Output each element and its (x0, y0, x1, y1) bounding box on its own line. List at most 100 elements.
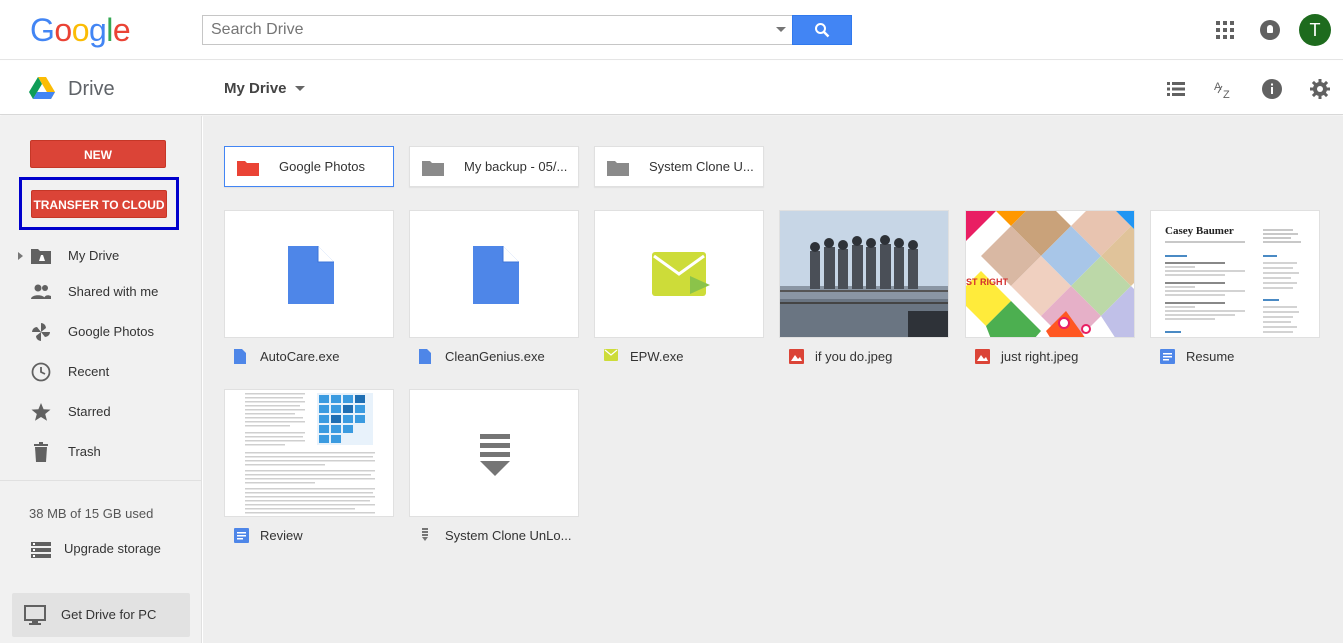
logo-letter-g: G (30, 12, 55, 48)
gdoc-type-icon (1160, 349, 1175, 364)
new-button[interactable]: NEW (30, 140, 166, 168)
svg-text:Z: Z (1223, 89, 1230, 100)
collage-thumbnail-graphic: ST RIGHT (966, 211, 1134, 337)
document-thumbnail[interactable] (224, 389, 394, 517)
my-drive-icon (31, 249, 51, 264)
search-button[interactable] (792, 15, 852, 45)
document-thumbnail[interactable]: Casey Baumer (1150, 210, 1320, 338)
google-logo[interactable]: Google (30, 12, 131, 49)
file-thumbnail[interactable] (409, 389, 579, 517)
monitor-icon (24, 605, 46, 625)
file-name-row: AutoCare.exe (224, 348, 404, 366)
search-box (202, 15, 792, 45)
folder-icon (607, 161, 629, 176)
svg-text:A: A (1214, 81, 1222, 93)
upgrade-storage-label: Upgrade storage (64, 541, 161, 556)
logo-letter-o2: o (71, 12, 90, 48)
file-name: Review (260, 528, 303, 543)
location-dropdown[interactable]: My Drive (224, 80, 287, 97)
folder-tile[interactable]: My backup - 05/... (409, 146, 579, 187)
folder-name: My backup - 05/... (464, 159, 568, 174)
storage-usage-text: 38 MB of 15 GB used (29, 506, 154, 521)
file-name: AutoCare.exe (260, 349, 340, 364)
photo-thumbnail-graphic (780, 211, 948, 337)
top-bar: Google T (0, 0, 1343, 60)
file-name-row: just right.jpeg (965, 348, 1145, 366)
settings-gear-icon[interactable] (1309, 78, 1331, 100)
sidebar-item-shared[interactable]: Shared with me (0, 274, 202, 310)
shared-icon (31, 284, 51, 299)
chevron-down-icon[interactable] (295, 86, 305, 91)
folder-name: System Clone U... (649, 159, 754, 174)
file-name: Resume (1186, 349, 1235, 364)
apps-grid-icon[interactable] (1216, 21, 1234, 39)
sort-az-icon[interactable]: A Z (1213, 78, 1235, 100)
avatar[interactable]: T (1299, 14, 1331, 46)
get-drive-for-pc-button[interactable]: Get Drive for PC (12, 593, 190, 637)
folder-name: Google Photos (279, 159, 366, 174)
sidebar-item-starred[interactable]: Starred (0, 394, 202, 430)
epw-type-icon (604, 349, 618, 361)
file-name-row: CleanGenius.exe (409, 348, 589, 366)
logo-letter-l: l (106, 12, 113, 48)
gdoc-type-icon (234, 528, 249, 543)
trash-icon (34, 442, 48, 462)
sidebar-item-label: Starred (68, 404, 111, 419)
sidebar: NEW TRANSFER TO CLOUD My Drive Shared wi… (0, 116, 202, 643)
folder-tile[interactable]: System Clone U... (594, 146, 764, 187)
sidebar-item-label: Shared with me (68, 284, 159, 299)
file-thumbnail[interactable] (224, 210, 394, 338)
folder-icon (422, 161, 444, 176)
info-icon[interactable] (1261, 78, 1283, 100)
image-type-icon (975, 349, 990, 364)
sidebar-item-label: Google Photos (68, 324, 155, 339)
logo-letter-o1: o (54, 12, 72, 48)
list-view-icon[interactable] (1165, 78, 1187, 100)
sidebar-divider (0, 480, 202, 481)
drive-logo-icon (29, 77, 55, 99)
file-name: if you do.jpeg (815, 349, 893, 364)
logo-letter-g2: g (88, 12, 107, 48)
sidebar-item-google-photos[interactable]: Google Photos (0, 314, 202, 350)
file-name-row: Resume (1150, 348, 1330, 366)
highlight-box: TRANSFER TO CLOUD (19, 177, 179, 230)
drive-header: Drive My Drive A Z (0, 61, 1343, 115)
review-doc-preview (245, 393, 375, 514)
star-icon (31, 403, 51, 421)
document-icon (288, 246, 334, 304)
main-content: Google Photos My backup - 05/... System … (203, 116, 1343, 643)
folder-tile[interactable]: Google Photos (224, 146, 394, 187)
file-name-row: Review (224, 527, 404, 545)
file-name-row: EPW.exe (594, 348, 774, 366)
clock-icon (31, 362, 51, 382)
sidebar-item-label: Trash (68, 444, 101, 459)
notifications-icon[interactable] (1260, 20, 1280, 40)
sidebar-item-label: Recent (68, 364, 110, 379)
sidebar-item-my-drive[interactable]: My Drive (0, 238, 202, 274)
resume-text-lines (1165, 229, 1301, 333)
expand-arrow-icon[interactable] (18, 252, 23, 260)
file-name-row: System Clone UnLo... (409, 527, 589, 545)
search-input[interactable] (203, 16, 763, 44)
photos-icon (32, 323, 50, 341)
search-icon (815, 23, 830, 38)
doc-type-icon (234, 349, 246, 364)
archive-type-icon (422, 528, 428, 541)
storage-icon (31, 542, 51, 558)
archive-icon (480, 434, 510, 476)
file-thumbnail[interactable] (409, 210, 579, 338)
sidebar-item-trash[interactable]: Trash (0, 434, 202, 470)
image-thumbnail[interactable] (779, 210, 949, 338)
upgrade-storage-link[interactable]: Upgrade storage (30, 539, 200, 563)
file-name: CleanGenius.exe (445, 349, 545, 364)
transfer-to-cloud-button[interactable]: TRANSFER TO CLOUD (31, 190, 167, 218)
folder-icon (237, 161, 259, 176)
epw-envelope-icon (652, 252, 710, 296)
file-thumbnail[interactable] (594, 210, 764, 338)
sidebar-item-recent[interactable]: Recent (0, 354, 202, 390)
file-name: just right.jpeg (1001, 349, 1079, 364)
search-options-dropdown-icon[interactable] (776, 27, 786, 32)
image-type-icon (789, 349, 804, 364)
image-thumbnail[interactable]: ST RIGHT (965, 210, 1135, 338)
file-name-row: if you do.jpeg (779, 348, 959, 366)
